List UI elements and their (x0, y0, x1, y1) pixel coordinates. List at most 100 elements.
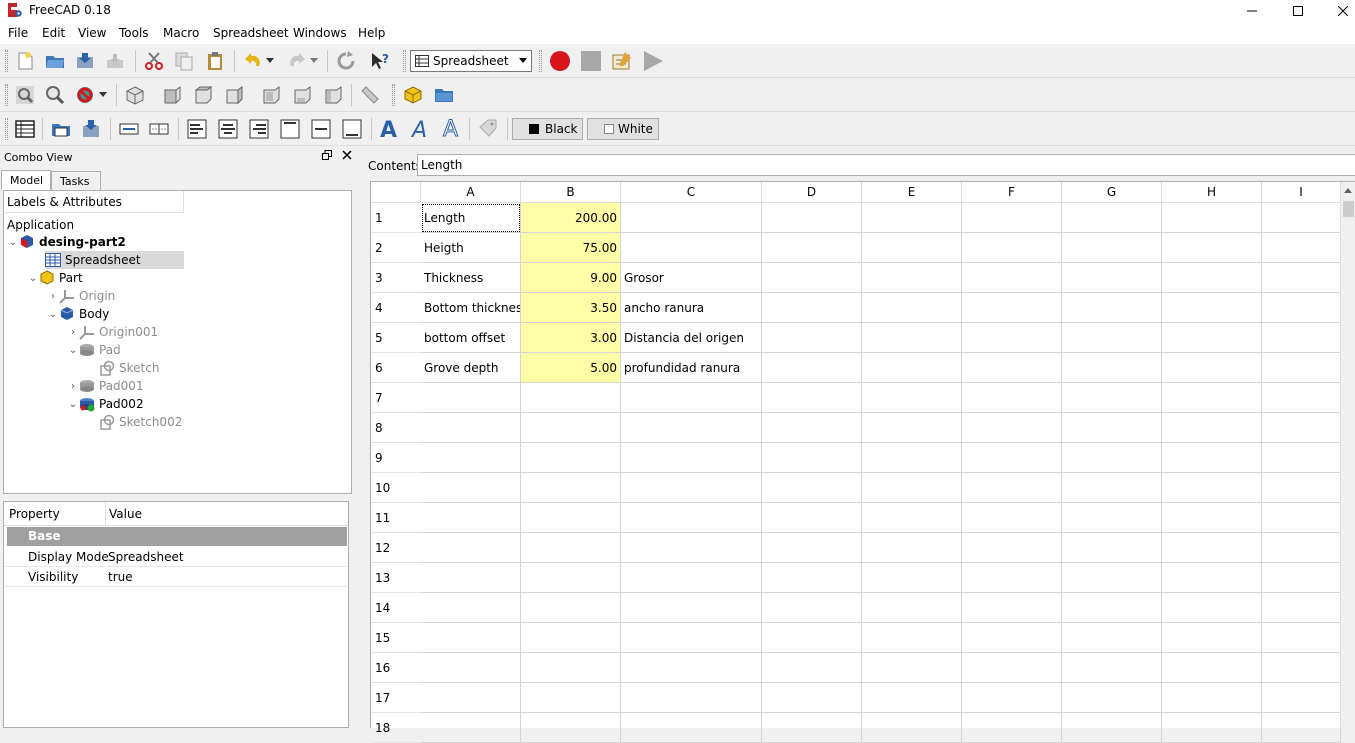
column-header-i[interactable]: I (1262, 182, 1341, 203)
cell-h18[interactable] (1162, 713, 1262, 743)
cell-a5[interactable]: bottom offset (421, 323, 521, 353)
cell-f18[interactable] (962, 713, 1062, 743)
create-group-button[interactable] (431, 83, 457, 107)
cell-e8[interactable] (862, 413, 962, 443)
bold-text-button[interactable]: A (377, 117, 403, 141)
cell-a9[interactable] (421, 443, 521, 473)
cell-e15[interactable] (862, 623, 962, 653)
underline-text-button[interactable]: A (439, 117, 465, 141)
cell-a1[interactable]: Length (421, 203, 521, 233)
cell-e4[interactable] (862, 293, 962, 323)
cell-h1[interactable] (1162, 203, 1262, 233)
tree-item-spreadsheet[interactable]: Spreadsheet (45, 251, 184, 269)
refresh-button[interactable] (333, 49, 359, 73)
cell-e9[interactable] (862, 443, 962, 473)
cell-d14[interactable] (762, 593, 862, 623)
row-header-12[interactable]: 12 (371, 533, 421, 563)
cell-c2[interactable] (621, 233, 762, 263)
menu-tools[interactable]: Tools (119, 26, 149, 40)
cell-b6[interactable]: 5.00 (521, 353, 621, 383)
cell-e6[interactable] (862, 353, 962, 383)
cell-d2[interactable] (762, 233, 862, 263)
cell-b10[interactable] (521, 473, 621, 503)
row-header-2[interactable]: 2 (371, 233, 421, 263)
cell-f9[interactable] (962, 443, 1062, 473)
import-spreadsheet-button[interactable] (48, 117, 74, 141)
cell-f15[interactable] (962, 623, 1062, 653)
cell-i2[interactable] (1262, 233, 1341, 263)
whats-this-button[interactable]: ? (367, 49, 393, 73)
minimize-button[interactable] (1229, 0, 1275, 22)
property-row-visibility[interactable]: Visibility true (4, 567, 348, 587)
cell-f2[interactable] (962, 233, 1062, 263)
cell-f13[interactable] (962, 563, 1062, 593)
chevron-right-icon[interactable]: › (67, 327, 79, 338)
row-header-5[interactable]: 5 (371, 323, 421, 353)
menu-spreadsheet[interactable]: Spreadsheet (213, 26, 289, 40)
cell-c6[interactable]: profundidad ranura (621, 353, 762, 383)
chevron-down-icon[interactable]: ⌄ (67, 399, 79, 410)
cell-i16[interactable] (1262, 653, 1341, 683)
chevron-down-icon[interactable]: ⌄ (67, 345, 79, 356)
cell-f17[interactable] (962, 683, 1062, 713)
cell-f7[interactable] (962, 383, 1062, 413)
cell-h4[interactable] (1162, 293, 1262, 323)
row-header-6[interactable]: 6 (371, 353, 421, 383)
tree-item-origin[interactable]: › Origin (47, 287, 115, 305)
cell-a17[interactable] (421, 683, 521, 713)
contents-input[interactable]: Length (417, 154, 1355, 176)
cell-i15[interactable] (1262, 623, 1341, 653)
cell-b1[interactable]: 200.00 (521, 203, 621, 233)
cell-a10[interactable] (421, 473, 521, 503)
cell-g6[interactable] (1062, 353, 1162, 383)
cell-b9[interactable] (521, 443, 621, 473)
cell-b11[interactable] (521, 503, 621, 533)
cell-a3[interactable]: Thickness (421, 263, 521, 293)
open-button[interactable] (42, 49, 68, 73)
cell-g12[interactable] (1062, 533, 1162, 563)
cell-f5[interactable] (962, 323, 1062, 353)
property-value[interactable]: Spreadsheet (108, 550, 184, 564)
edit-macro-button[interactable] (609, 49, 635, 73)
toolbar-grip[interactable] (392, 84, 395, 106)
cell-f11[interactable] (962, 503, 1062, 533)
chevron-right-icon[interactable]: › (47, 291, 59, 302)
cell-b16[interactable] (521, 653, 621, 683)
close-button[interactable] (1320, 0, 1355, 22)
cell-a2[interactable]: Heigth (421, 233, 521, 263)
cell-c12[interactable] (621, 533, 762, 563)
cut-button[interactable] (141, 49, 167, 73)
cell-i7[interactable] (1262, 383, 1341, 413)
cell-g9[interactable] (1062, 443, 1162, 473)
cell-i1[interactable] (1262, 203, 1341, 233)
save-as-button[interactable] (102, 49, 128, 73)
cell-g11[interactable] (1062, 503, 1162, 533)
cell-f4[interactable] (962, 293, 1062, 323)
tree-item-document[interactable]: ⌄ desing-part2 (7, 233, 126, 251)
cell-f6[interactable] (962, 353, 1062, 383)
cell-i9[interactable] (1262, 443, 1341, 473)
cell-i18[interactable] (1262, 713, 1341, 743)
merge-cells-button[interactable] (116, 117, 142, 141)
row-header-17[interactable]: 17 (371, 683, 421, 713)
new-document-button[interactable] (12, 49, 38, 73)
cell-g15[interactable] (1062, 623, 1162, 653)
cell-c16[interactable] (621, 653, 762, 683)
tree-item-pad001[interactable]: › Pad001 (67, 377, 144, 395)
cell-a18[interactable] (421, 713, 521, 743)
cell-b17[interactable] (521, 683, 621, 713)
menu-view[interactable]: View (78, 26, 106, 40)
cell-f1[interactable] (962, 203, 1062, 233)
column-header-h[interactable]: H (1162, 182, 1262, 203)
row-header-9[interactable]: 9 (371, 443, 421, 473)
cell-g5[interactable] (1062, 323, 1162, 353)
cell-g8[interactable] (1062, 413, 1162, 443)
cell-f10[interactable] (962, 473, 1062, 503)
float-panel-icon[interactable] (322, 150, 333, 160)
cell-c5[interactable]: Distancia del origen (621, 323, 762, 353)
row-header-3[interactable]: 3 (371, 263, 421, 293)
property-group-base[interactable]: Base (7, 527, 347, 546)
menu-macro[interactable]: Macro (163, 26, 199, 40)
cell-e16[interactable] (862, 653, 962, 683)
record-macro-button[interactable] (547, 49, 573, 73)
